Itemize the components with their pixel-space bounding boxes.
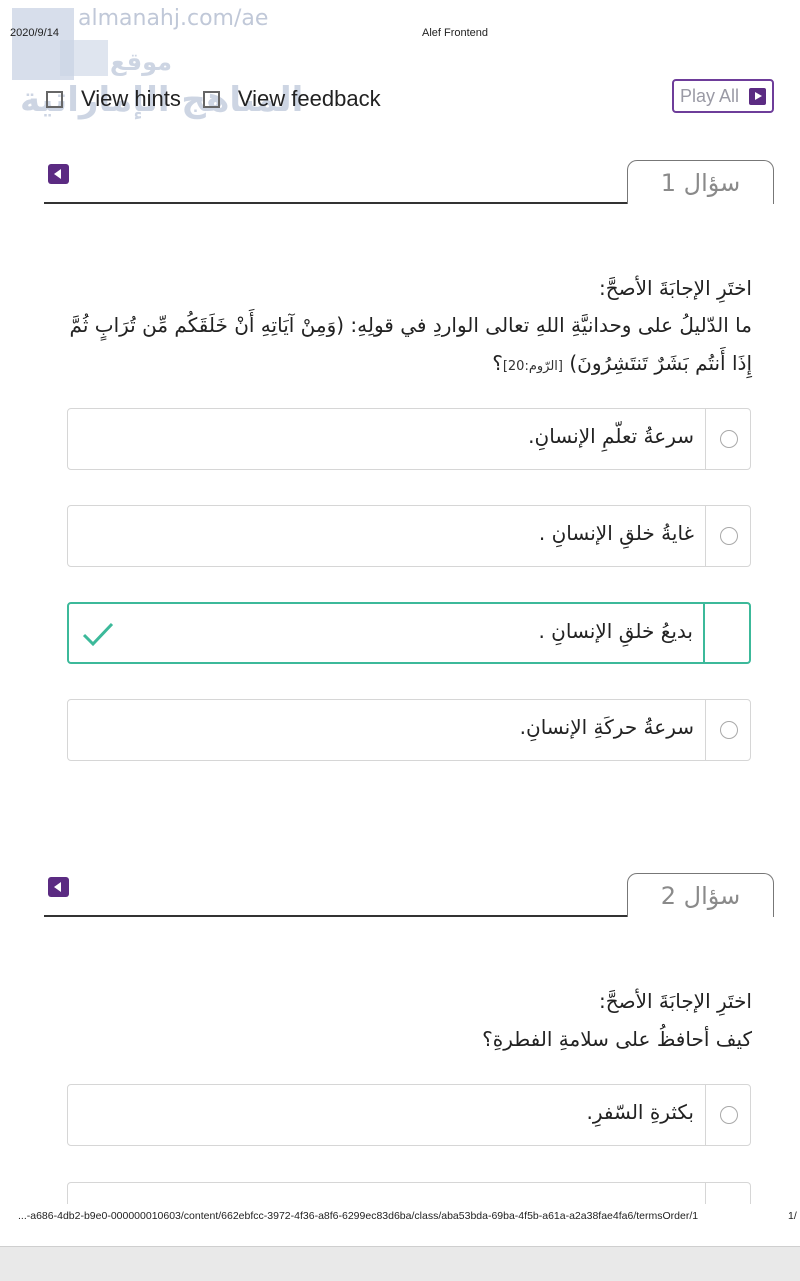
question-text: كيف أحافظُ على سلامةِ الفطرةِ؟ — [482, 1027, 752, 1051]
question-tab: سؤال 1 — [627, 160, 774, 204]
audio-play-icon[interactable] — [48, 164, 69, 184]
answer-option[interactable]: غايةُ خلقِ الإنسانِ . — [67, 505, 751, 567]
answer-option[interactable]: سرعةُ حركَةِ الإنسانِ. — [67, 699, 751, 761]
radio-button[interactable] — [720, 430, 738, 448]
question-mark: ؟ — [492, 351, 503, 375]
play-all-label: Play All — [680, 85, 740, 106]
radio-button[interactable] — [720, 1106, 738, 1124]
question-text: ما الدّليلُ على وحدانيَّةِ اللهِ تعالى ا… — [60, 306, 752, 386]
answer-option[interactable]: بكثرةِ السّفرِ. — [67, 1084, 751, 1146]
view-feedback-label[interactable]: View feedback — [238, 86, 381, 112]
divider — [44, 915, 628, 917]
view-feedback-checkbox[interactable] — [202, 90, 220, 108]
view-hints-checkbox[interactable] — [46, 90, 63, 108]
question-header: سؤال 1 — [44, 160, 774, 208]
checkmark-icon — [82, 622, 114, 647]
question-header: سؤال 2 — [44, 873, 774, 921]
watermark-logo-block — [60, 40, 108, 76]
answer-option-correct[interactable]: بديعُ خلقِ الإنسانِ . — [67, 602, 751, 664]
view-hints-label[interactable]: View hints — [81, 86, 181, 112]
question-instruction: اختَرِ الإجابَةَ الأصحَّ: — [598, 989, 752, 1013]
option-label: بكثرةِ السّفرِ. — [586, 1100, 694, 1124]
question-body: ما الدّليلُ على وحدانيَّةِ اللهِ تعالى ا… — [69, 313, 752, 375]
radio-button[interactable] — [720, 721, 738, 739]
watermark-arabic: موقع — [110, 48, 173, 76]
question-tab: سؤال 2 — [627, 873, 774, 917]
verse-reference: [الرّوم:20] — [502, 359, 563, 374]
option-label: سرعةُ تعلّمِ الإنسانِ. — [528, 424, 694, 448]
radio-button[interactable] — [720, 527, 738, 545]
answer-option-partial[interactable] — [67, 1182, 751, 1204]
option-label: بديعُ خلقِ الإنسانِ . — [538, 619, 693, 643]
audio-play-icon[interactable] — [48, 877, 69, 897]
question-instruction: اختَرِ الإجابَةَ الأصحَّ: — [598, 276, 752, 300]
print-header: 2020/9/14 Alef Frontend — [0, 24, 800, 44]
option-label: غايةُ خلقِ الإنسانِ . — [538, 521, 694, 545]
bottom-bar — [0, 1246, 800, 1281]
view-controls: View hints View feedback — [46, 84, 403, 114]
answer-option[interactable]: سرعةُ تعلّمِ الإنسانِ. — [67, 408, 751, 470]
page-number: 1/ — [788, 1210, 797, 1222]
print-date: 2020/9/14 — [10, 27, 59, 39]
play-all-button[interactable]: Play All — [672, 79, 774, 113]
play-icon — [749, 88, 766, 105]
print-footer-url: ...-a686-4db2-b9e0-000000010603/content/… — [18, 1210, 699, 1222]
divider — [44, 202, 628, 204]
option-label: سرعةُ حركَةِ الإنسانِ. — [519, 715, 694, 739]
print-title: Alef Frontend — [422, 27, 489, 39]
